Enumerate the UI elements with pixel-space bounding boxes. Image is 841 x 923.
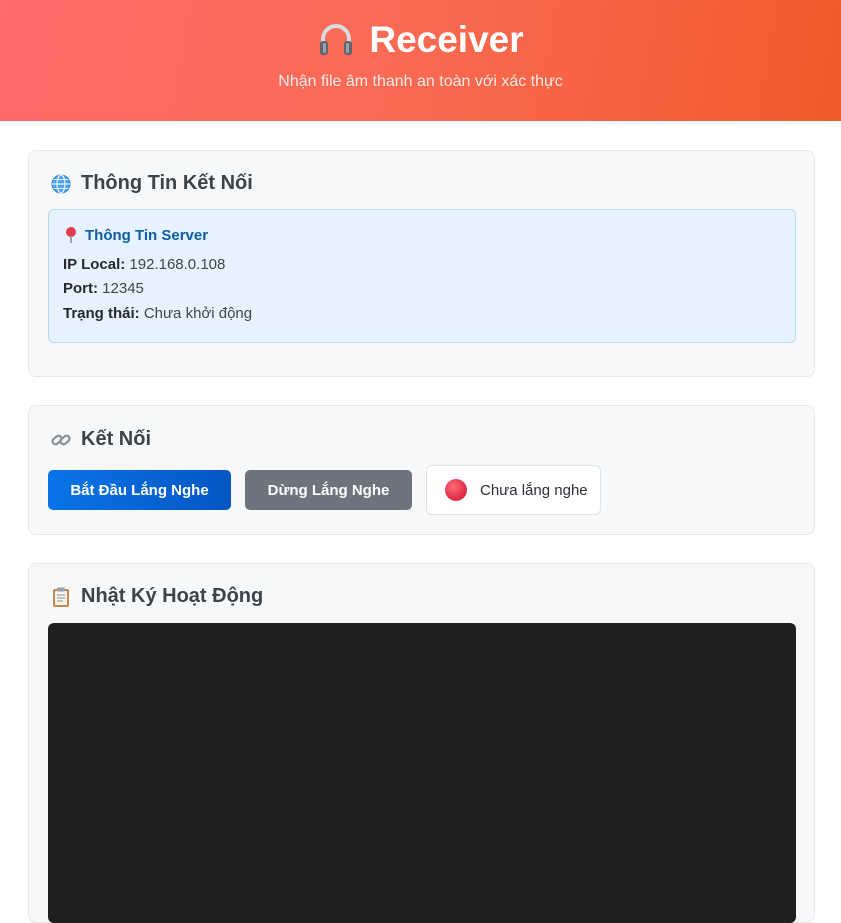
connection-info-card: Thông Tin Kết Nối Thông Tin Server IP Lo…	[28, 150, 815, 377]
connection-info-title: Thông Tin Kết Nối	[50, 172, 253, 195]
status-label: Trạng thái:	[63, 305, 140, 322]
connect-card: Kết Nối Bắt Đầu Lắng Nghe Dừng Lắng Nghe…	[28, 405, 815, 535]
port-value: 12345	[102, 280, 144, 297]
globe-icon	[50, 173, 72, 195]
ip-label: IP Local:	[63, 256, 126, 273]
connect-heading: Kết Nối	[81, 428, 151, 450]
server-info-heading: Thông Tin Server	[85, 226, 209, 244]
port-label: Port:	[63, 280, 98, 297]
app-header: Receiver Nhận file âm thanh an toàn với …	[0, 0, 841, 121]
listening-status-text: Chưa lắng nghe	[480, 481, 588, 499]
app-title: Receiver	[369, 19, 524, 60]
start-listening-button[interactable]: Bắt Đầu Lắng Nghe	[48, 470, 231, 510]
server-info-title: Thông Tin Server	[63, 226, 208, 244]
app-title-row: Receiver	[0, 18, 841, 62]
ip-row: IP Local: 192.168.0.108	[63, 256, 225, 273]
activity-log-title: Nhật Ký Hoạt Động	[50, 585, 263, 608]
server-info-box: Thông Tin Server IP Local: 192.168.0.108…	[48, 209, 796, 343]
status-dot-icon	[445, 479, 467, 501]
status-row: Trạng thái: Chưa khởi động	[63, 305, 252, 322]
ip-value: 192.168.0.108	[129, 256, 226, 273]
activity-log-card: Nhật Ký Hoạt Động	[28, 563, 815, 923]
stop-listening-button[interactable]: Dừng Lắng Nghe	[245, 470, 412, 510]
connect-title: Kết Nối	[50, 428, 151, 451]
activity-log-console[interactable]	[48, 623, 796, 923]
pin-icon	[63, 226, 79, 244]
status-value: Chưa khởi động	[143, 305, 253, 322]
app-subtitle: Nhận file âm thanh an toàn với xác thực	[278, 73, 563, 90]
port-row: Port: 12345	[63, 280, 144, 297]
headphones-icon	[317, 21, 355, 59]
activity-log-heading: Nhật Ký Hoạt Động	[81, 585, 264, 607]
link-icon	[50, 429, 72, 451]
connection-info-heading: Thông Tin Kết Nối	[81, 172, 253, 194]
clipboard-icon	[50, 586, 72, 608]
listening-status-indicator: Chưa lắng nghe	[426, 465, 601, 515]
